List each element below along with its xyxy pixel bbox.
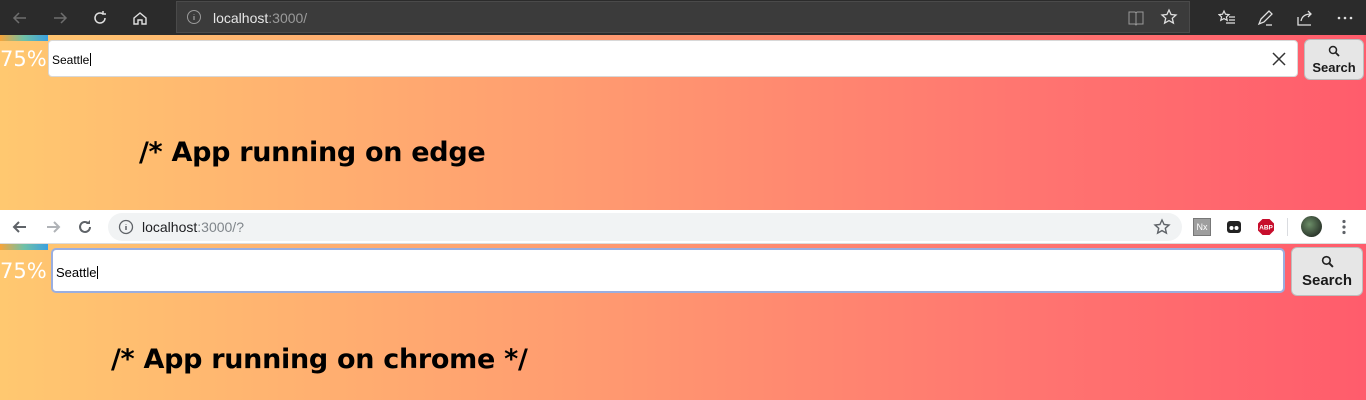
info-icon[interactable] (118, 219, 134, 240)
search-icon (1328, 45, 1340, 60)
info-icon[interactable] (186, 9, 202, 30)
search-input[interactable]: Seattle (48, 40, 1298, 77)
more-icon[interactable] (1331, 214, 1357, 240)
chrome-app-content: 75% Seattle Search /* App running on chr… (0, 244, 1366, 400)
nx-extension-label: Nx (1196, 222, 1208, 232)
adblock-plus-icon[interactable]: ABP (1257, 218, 1275, 236)
pen-icon[interactable] (1245, 0, 1285, 35)
search-button[interactable]: Search (1304, 39, 1364, 80)
favorites-icon[interactable] (1207, 0, 1247, 35)
zoom-level: 75% (0, 259, 47, 283)
search-input[interactable]: Seattle (51, 248, 1285, 293)
clear-icon[interactable] (1271, 51, 1287, 72)
address-url: localhost:3000/? (142, 219, 244, 235)
search-button-label: Search (1301, 271, 1353, 289)
url-path: :3000/? (197, 219, 244, 235)
zoom-indicator-strip (0, 35, 48, 41)
svg-text:ABP: ABP (1259, 225, 1273, 232)
chrome-caption: /* App running on chrome */ (111, 344, 528, 375)
star-icon[interactable] (1153, 218, 1171, 241)
url-host: localhost (213, 10, 269, 26)
search-icon (1321, 255, 1334, 272)
avatar[interactable] (1301, 216, 1322, 237)
edge-caption: /* App running on edge (139, 137, 486, 168)
toolbar-divider (1287, 218, 1288, 236)
url-path: :3000/ (268, 10, 308, 26)
search-button[interactable]: Search (1291, 247, 1363, 296)
search-button-label: Search (1312, 59, 1356, 75)
address-bar[interactable]: localhost:3000/? (108, 213, 1182, 241)
forward-icon[interactable] (40, 214, 66, 240)
edge-toolbar: localhost:3000/ (0, 0, 1366, 35)
refresh-icon[interactable] (72, 214, 98, 240)
forward-icon[interactable] (40, 0, 80, 35)
share-icon[interactable] (1285, 0, 1325, 35)
refresh-icon[interactable] (80, 0, 120, 35)
zoom-indicator-strip (0, 244, 48, 250)
home-icon[interactable] (120, 0, 160, 35)
zoom-level: 75% (0, 47, 47, 71)
text-caret (97, 266, 99, 279)
address-url: localhost:3000/ (213, 10, 307, 26)
back-icon[interactable] (7, 214, 33, 240)
address-bar[interactable]: localhost:3000/ (176, 1, 1190, 33)
back-icon[interactable] (0, 0, 40, 35)
extension-icon[interactable] (1225, 218, 1243, 236)
search-input-value: Seattle (56, 265, 97, 280)
reading-view-icon[interactable] (1127, 9, 1145, 32)
nx-extension-icon[interactable]: Nx (1193, 218, 1211, 236)
search-input-value: Seattle (52, 53, 90, 67)
more-icon[interactable] (1325, 0, 1365, 35)
chrome-toolbar: localhost:3000/? Nx ABP (0, 210, 1366, 244)
url-host: localhost (142, 219, 198, 235)
star-icon[interactable] (1160, 8, 1178, 31)
text-caret (90, 53, 92, 66)
edge-app-content: 75% Seattle Search /* App running on edg… (0, 35, 1366, 210)
